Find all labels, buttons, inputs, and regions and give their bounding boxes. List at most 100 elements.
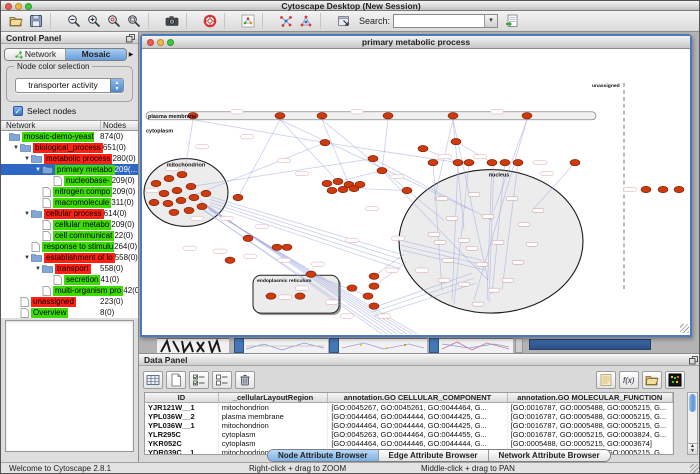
delete-attribute-button[interactable] [235, 371, 255, 389]
graph-node[interactable] [500, 159, 510, 165]
scrollbar-arrows[interactable]: ▲▼ [688, 443, 697, 454]
tree-row[interactable]: response to stimulu264(0) [1, 241, 138, 252]
tab-network[interactable]: Network [5, 49, 66, 60]
graph-node[interactable] [189, 194, 199, 200]
snapshot-button[interactable] [163, 13, 180, 30]
graph-node[interactable] [369, 303, 379, 309]
expand-arrow-icon[interactable]: ▼ [12, 145, 20, 151]
graph-node[interactable] [402, 187, 412, 193]
tree-row[interactable]: unassigned223(0) [1, 296, 138, 307]
graph-node[interactable] [448, 113, 458, 119]
graph-node[interactable] [333, 178, 343, 184]
graph-node[interactable] [149, 199, 159, 205]
tree-row[interactable]: mosaic-demo-yeast874(0) [1, 131, 138, 142]
graph-node[interactable] [641, 186, 651, 192]
graph-node[interactable] [184, 207, 194, 213]
unselect-attributes-button[interactable] [212, 371, 232, 389]
graph-node[interactable] [658, 186, 668, 192]
expand-arrow-icon[interactable]: ▼ [34, 167, 42, 173]
graph-node[interactable] [418, 145, 428, 151]
graph-node[interactable] [322, 180, 332, 186]
graph-node[interactable] [164, 175, 174, 181]
graph-edge[interactable] [382, 120, 388, 171]
graph-node[interactable] [233, 194, 243, 200]
tree-row[interactable]: nucleobase-209(0) [1, 175, 138, 186]
graph-node[interactable] [513, 159, 523, 165]
graph-node[interactable] [169, 209, 179, 215]
window-resize-grip[interactable] [680, 324, 689, 333]
birdseye-view[interactable] [5, 320, 134, 452]
search-input[interactable] [394, 15, 484, 27]
graph-node[interactable] [163, 200, 173, 206]
graph-node[interactable] [266, 293, 276, 299]
table-row[interactable]: YKR052Ccytoplasm[GO:0044464, GO:0044446,… [145, 439, 673, 448]
tree-row[interactable]: macromolecule311(0) [1, 197, 138, 208]
vizmapper-button[interactable] [239, 13, 256, 30]
graph-node[interactable] [159, 190, 169, 196]
graph-node[interactable] [172, 187, 182, 193]
graph-node[interactable] [295, 293, 305, 299]
graph-node[interactable] [243, 235, 253, 241]
network-graph[interactable]: plasma membranecytoplasmmitochondrionnuc… [142, 49, 690, 334]
graph-edge[interactable] [193, 120, 325, 143]
graph-node[interactable] [151, 180, 161, 186]
tree-row[interactable]: ▼biological_process651(0) [1, 142, 138, 153]
select-nodes-checkbox[interactable]: ✓ [13, 106, 23, 116]
tab-mosaic[interactable]: Mosaic [66, 49, 126, 60]
tree-row[interactable]: ▼establishment of lo558(0) [1, 252, 138, 263]
load-attributes-button[interactable] [642, 371, 662, 389]
graph-node[interactable] [327, 187, 337, 193]
graph-edge[interactable] [322, 120, 349, 185]
table-row[interactable]: YJR121W__1mitochondrion[GO:0045267, GO:0… [145, 403, 673, 412]
graph-node[interactable] [368, 155, 378, 161]
graph-node[interactable] [197, 203, 207, 209]
graph-edge[interactable] [280, 120, 338, 182]
tab-overflow-arrow-icon[interactable]: ▶ [127, 51, 135, 58]
graph-edge[interactable] [354, 189, 407, 191]
tree-row[interactable]: secretion41(0) [1, 274, 138, 285]
graph-edge[interactable] [374, 254, 404, 276]
graph-node[interactable] [177, 171, 187, 177]
tab-node-attribute-browser[interactable]: Node Attribute Browser [268, 450, 379, 461]
help-ring-button[interactable] [201, 13, 218, 30]
layout-a-button[interactable] [277, 13, 294, 30]
table-column-header[interactable]: ID [145, 393, 219, 402]
tree-row[interactable]: multi-organism pro42(0) [1, 285, 138, 296]
app-resize-grip[interactable] [690, 464, 699, 473]
graph-node[interactable] [487, 159, 497, 165]
graph-node[interactable] [428, 159, 438, 165]
table-scrollbar[interactable]: ▲▼ [687, 392, 698, 455]
select-attributes-button[interactable] [189, 371, 209, 389]
graph-node[interactable] [317, 113, 327, 119]
table-column-header[interactable]: _cellularLayoutRegion [219, 393, 329, 402]
graph-node[interactable] [347, 285, 357, 291]
notes-button[interactable] [596, 371, 616, 389]
graph-node[interactable] [451, 138, 461, 144]
graph-node[interactable] [306, 271, 316, 277]
layout-b-button[interactable] [297, 13, 314, 30]
graph-node[interactable] [369, 283, 379, 289]
float-panel-icon[interactable] [689, 356, 698, 368]
expand-arrow-icon[interactable]: ▼ [34, 266, 42, 272]
table-column-header[interactable]: annotation.GO MOLECULAR_FUNCTION [508, 393, 673, 402]
graph-node[interactable] [363, 293, 373, 299]
graph-node[interactable] [186, 183, 196, 189]
new-attribute-button[interactable] [166, 371, 186, 389]
table-row[interactable]: YPL036W__1mitochondrion[GO:0044464, GO:0… [145, 421, 673, 430]
zoom-fit-button[interactable] [125, 13, 142, 30]
network-canvas[interactable]: plasma membranecytoplasmmitochondrionnuc… [142, 49, 690, 334]
graph-edge[interactable] [210, 202, 401, 264]
zoom-selected-button[interactable] [105, 13, 122, 30]
scrollbar-thumb[interactable] [689, 394, 696, 412]
graph-node[interactable] [282, 244, 292, 250]
open-file-button[interactable] [7, 13, 24, 30]
graph-node[interactable] [320, 139, 330, 145]
function-button[interactable]: f(x) [619, 371, 639, 389]
table-column-header[interactable]: annotation.GO CELLULAR_COMPONENT [328, 393, 507, 402]
graph-node[interactable] [176, 197, 186, 203]
float-panel-icon[interactable] [126, 34, 135, 46]
graph-node[interactable] [674, 186, 684, 192]
table-row[interactable]: YLR295Ccytoplasm[GO:0045263, GO:0044464,… [145, 430, 673, 439]
graph-node[interactable] [377, 167, 387, 173]
graph-node[interactable] [225, 257, 235, 263]
